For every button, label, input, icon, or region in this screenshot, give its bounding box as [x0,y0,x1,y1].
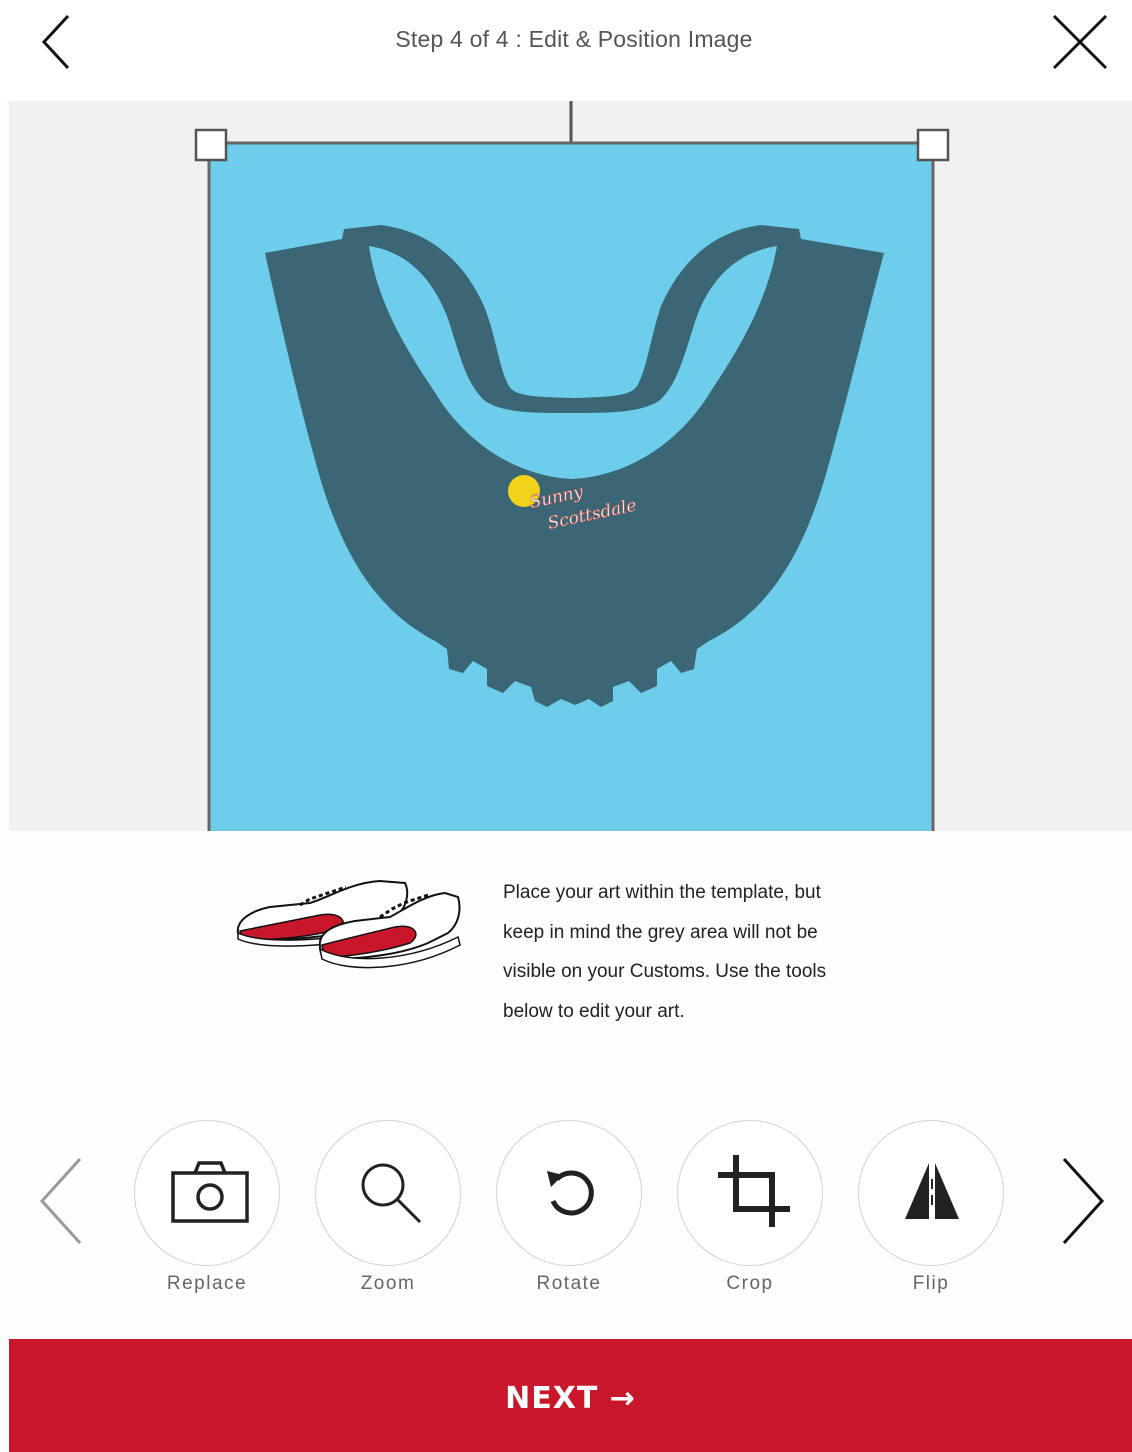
instructions-line-3: visible on your Customs. Use the tools [503,961,827,982]
zoom-tool-button[interactable]: Zoom [313,1118,463,1318]
resize-handle-top-left[interactable] [194,128,228,162]
header: Step 4 of 4 : Edit & Position Image [0,0,1132,100]
page-title: Step 4 of 4 : Edit & Position Image [395,26,753,52]
replace-tool-label: Replace [166,1273,248,1294]
flip-tool-label: Flip [912,1273,950,1294]
rotate-tool-label: Rotate [536,1273,602,1294]
instructions-panel: Place your art within the template, but … [0,831,1132,1111]
crop-icon [718,1155,790,1227]
resize-handle-top-right[interactable] [916,128,950,162]
tools-next-button[interactable] [1052,1151,1112,1251]
edit-toolbar: Replace Zoom Rotate Crop Flip [0,1111,1132,1339]
chevron-left-icon [39,1157,82,1245]
instructions-line-1: Place your art within the template, but [503,882,821,903]
next-button-label: NEXT → [505,1381,636,1416]
tools-prev-button[interactable] [32,1151,92,1251]
replace-tool-button[interactable]: Replace [132,1118,282,1318]
camera-icon [171,1161,249,1223]
rotate-icon [547,1170,594,1216]
crop-tool-button[interactable]: Crop [675,1118,825,1318]
instructions-text: Place your art within the template, but … [503,873,903,1031]
crop-tool-label: Crop [726,1273,774,1294]
flip-icon [905,1163,959,1219]
design-canvas[interactable]: Sunny Scottsdale [9,101,1132,831]
chevron-right-icon [1062,1157,1105,1245]
magnifier-icon [361,1163,422,1224]
instructions-line-2: keep in mind the grey area will not be [503,921,818,943]
zoom-tool-label: Zoom [360,1273,416,1294]
instructions-line-4: below to edit your art. [503,1000,685,1022]
rotate-tool-button[interactable]: Rotate [494,1118,644,1318]
next-button[interactable]: NEXT → [9,1339,1132,1452]
sneakers-illustration [230,863,466,973]
close-icon [1052,14,1108,70]
flip-tool-button[interactable]: Flip [856,1118,1006,1318]
close-button[interactable] [1046,8,1112,74]
